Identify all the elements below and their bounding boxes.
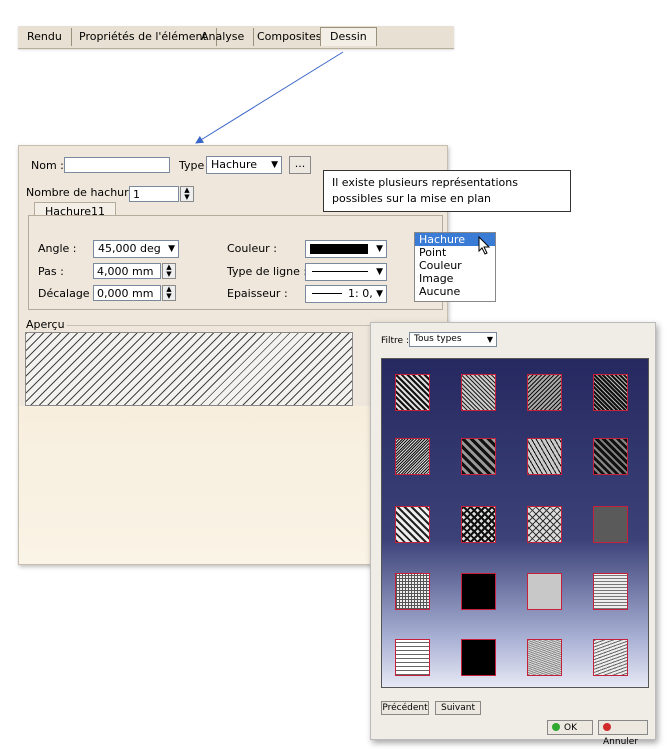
tab-composites[interactable]: Composites bbox=[248, 28, 332, 46]
tab-analyse[interactable]: Analyse bbox=[192, 28, 255, 46]
filtre-select[interactable]: Tous types ▼ bbox=[409, 332, 497, 347]
type-select-value: Hachure bbox=[211, 158, 258, 171]
mouse-pointer-icon bbox=[478, 236, 491, 255]
color-swatch bbox=[310, 244, 368, 254]
suivant-button[interactable]: Suivant bbox=[435, 701, 481, 715]
type-ligne-label: Type de ligne : bbox=[227, 265, 308, 278]
nombre-hachures-input[interactable]: 1 bbox=[129, 186, 179, 202]
pattern-tile[interactable] bbox=[461, 374, 496, 411]
pattern-tile[interactable] bbox=[527, 374, 562, 411]
pattern-tile[interactable] bbox=[461, 506, 496, 543]
pattern-tile[interactable] bbox=[395, 506, 430, 543]
line-sample bbox=[312, 271, 368, 272]
pattern-tile[interactable] bbox=[461, 639, 496, 676]
pattern-tile[interactable] bbox=[527, 573, 562, 610]
decalage-label: Décalage : bbox=[38, 287, 97, 300]
nom-input[interactable] bbox=[64, 157, 170, 173]
decalage-spinner[interactable]: ▲ ▼ bbox=[162, 285, 176, 301]
epaisseur-select[interactable]: 1: 0, ▼ bbox=[305, 285, 387, 303]
filtre-label: Filtre : bbox=[381, 336, 409, 346]
chevron-down-icon: ▼ bbox=[376, 267, 383, 277]
pattern-tile[interactable] bbox=[593, 506, 628, 543]
filtre-value: Tous types bbox=[414, 334, 462, 344]
pattern-grid bbox=[381, 358, 649, 688]
hachure-tab-content: Angle : 45,000 deg ▼ Pas : 4,000 mm ▲ ▼ D… bbox=[28, 215, 443, 310]
pattern-tile[interactable] bbox=[593, 639, 628, 676]
option-couleur[interactable]: Couleur bbox=[415, 259, 495, 272]
epaisseur-label: Epaisseur : bbox=[227, 287, 288, 300]
annuler-label: Annuler bbox=[603, 737, 639, 747]
annuler-button[interactable]: Annuler bbox=[598, 720, 648, 747]
pattern-tile[interactable] bbox=[461, 438, 496, 475]
pas-input[interactable]: 4,000 mm bbox=[93, 263, 161, 279]
pas-label: Pas : bbox=[38, 265, 64, 278]
ok-button[interactable]: OK bbox=[547, 720, 593, 735]
couleur-label: Couleur : bbox=[227, 242, 277, 255]
couleur-select[interactable]: ▼ bbox=[305, 240, 387, 258]
pattern-dialog: Filtre : Tous types ▼ Précédent Suivant … bbox=[370, 322, 656, 747]
pas-spinner[interactable]: ▲ ▼ bbox=[162, 263, 176, 279]
callout-note: Il existe plusieurs représentations poss… bbox=[323, 170, 571, 212]
epaisseur-value: 1: 0, bbox=[348, 287, 373, 300]
chevron-down-icon: ▼ bbox=[271, 160, 278, 170]
tab-dessin[interactable]: Dessin bbox=[320, 27, 377, 46]
chevron-down-icon: ▼ bbox=[168, 244, 175, 254]
thickness-sample bbox=[312, 293, 342, 294]
ok-label: OK bbox=[564, 723, 577, 733]
type-select[interactable]: Hachure ▼ bbox=[206, 156, 282, 174]
decalage-input[interactable]: 0,000 mm bbox=[93, 285, 161, 301]
nom-label: Nom : bbox=[31, 159, 64, 172]
tab-bar: Rendu Propriétés de l'élément Analyse Co… bbox=[18, 26, 454, 49]
pattern-tile[interactable] bbox=[461, 573, 496, 610]
type-ligne-select[interactable]: ▼ bbox=[305, 263, 387, 281]
pattern-tile[interactable] bbox=[527, 639, 562, 676]
chevron-down-icon: ▼ bbox=[376, 289, 383, 299]
hatch-preview bbox=[25, 332, 353, 406]
angle-label: Angle : bbox=[38, 242, 77, 255]
pattern-tile[interactable] bbox=[395, 438, 430, 475]
apercu-label: Aperçu bbox=[26, 318, 65, 331]
pattern-tile[interactable] bbox=[527, 438, 562, 475]
pattern-tile[interactable] bbox=[593, 374, 628, 411]
pattern-tile[interactable] bbox=[593, 438, 628, 475]
browse-button[interactable]: ... bbox=[289, 156, 311, 174]
option-image[interactable]: Image bbox=[415, 272, 495, 285]
pattern-tile[interactable] bbox=[395, 639, 430, 676]
angle-select[interactable]: 45,000 deg ▼ bbox=[93, 240, 179, 258]
angle-value: 45,000 deg bbox=[98, 242, 161, 255]
precedent-button[interactable]: Précédent bbox=[381, 701, 429, 715]
cancel-icon bbox=[603, 723, 611, 731]
tab-rendu[interactable]: Rendu bbox=[18, 28, 72, 46]
pattern-tile[interactable] bbox=[527, 506, 562, 543]
ok-icon bbox=[552, 723, 560, 731]
option-aucune[interactable]: Aucune bbox=[415, 285, 495, 298]
chevron-down-icon: ▼ bbox=[376, 244, 383, 254]
pattern-tile[interactable] bbox=[593, 573, 628, 610]
pattern-tile[interactable] bbox=[395, 573, 430, 610]
pattern-tile[interactable] bbox=[395, 374, 430, 411]
nombre-spinner[interactable]: ▲ ▼ bbox=[180, 186, 194, 202]
chevron-down-icon: ▼ bbox=[486, 335, 493, 344]
